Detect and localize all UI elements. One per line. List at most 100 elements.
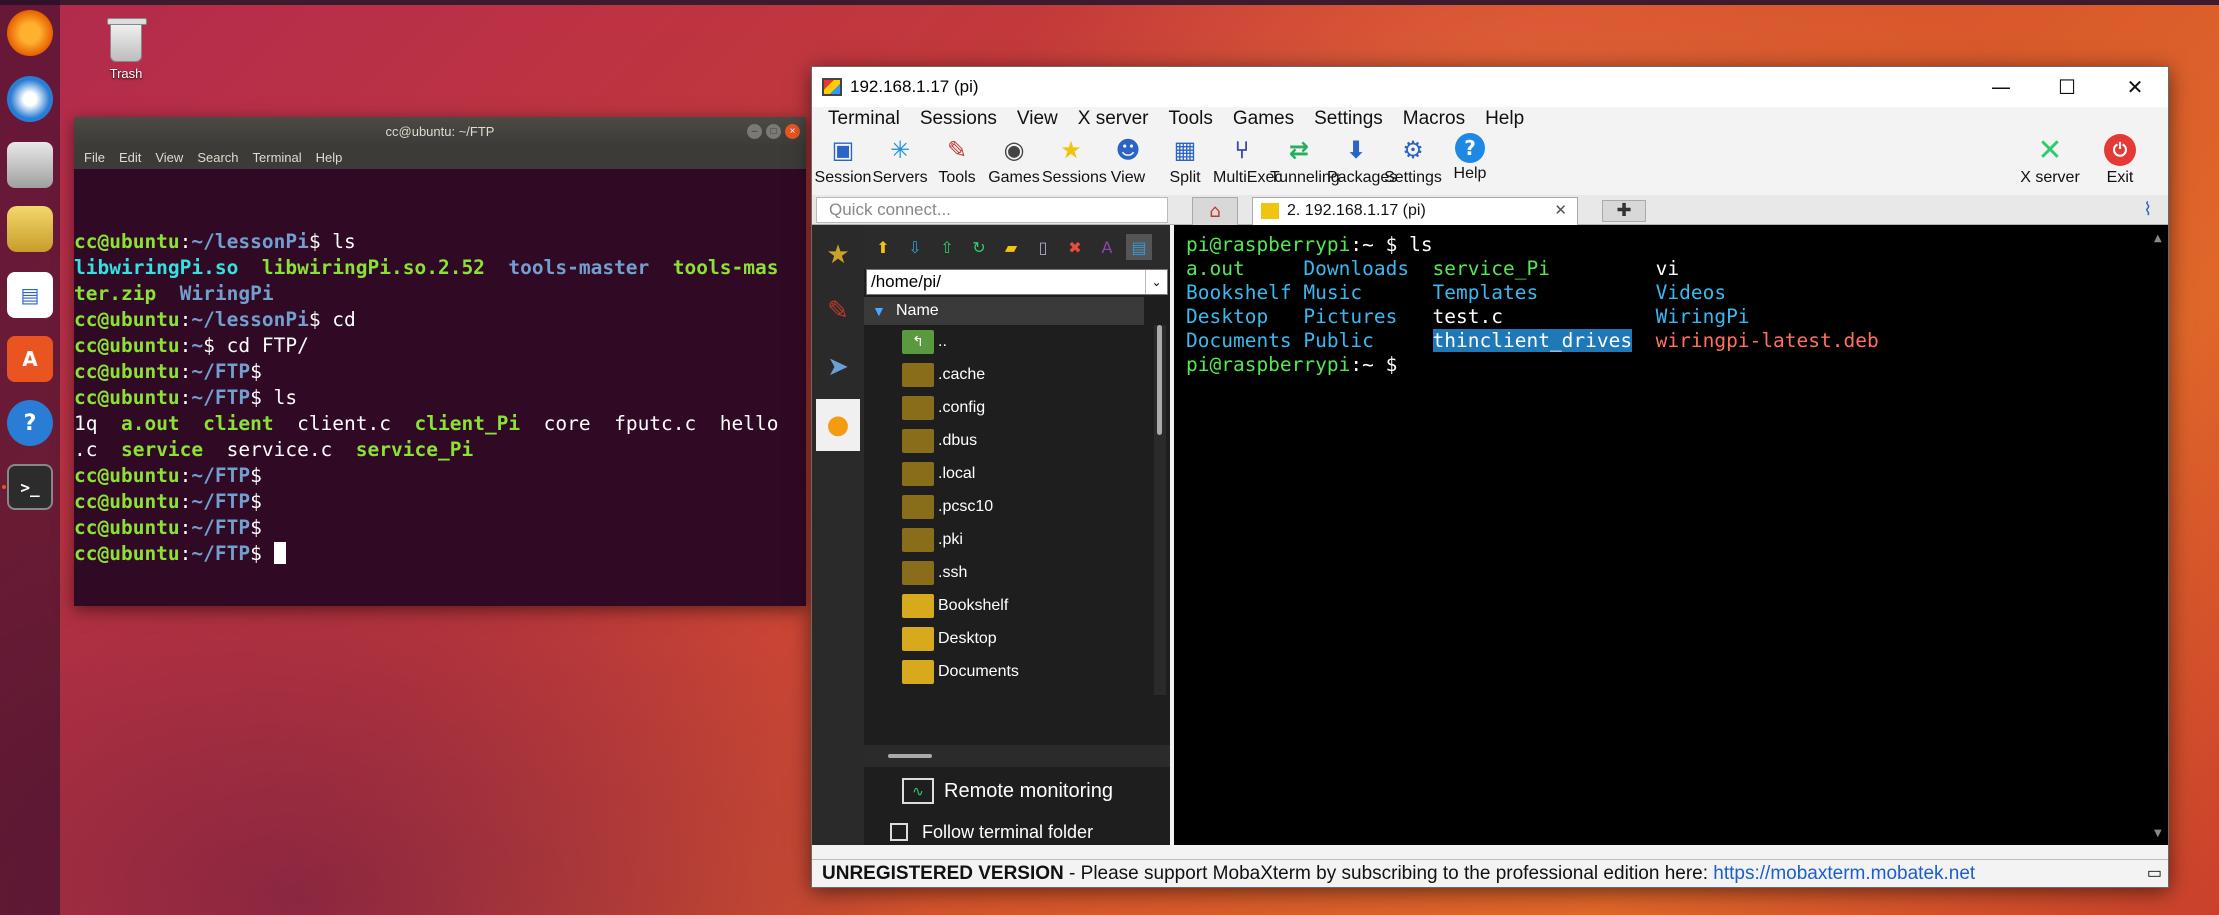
menu-item-file[interactable]: File xyxy=(78,147,111,169)
rename-icon[interactable]: A xyxy=(1094,234,1120,260)
remote-monitoring-button[interactable]: ∿ Remote monitoring xyxy=(864,771,1170,811)
toolbar-session-button[interactable]: ▣ Session xyxy=(814,133,872,187)
ssh-terminal[interactable]: pi@raspberrypi:~ $ ls a.out Downloads ser… xyxy=(1174,225,2168,845)
help-icon[interactable]: ? xyxy=(7,400,53,446)
file-list-item[interactable]: Documents xyxy=(864,655,1150,688)
path-field[interactable]: /home/pi/ ⌄ xyxy=(866,269,1168,295)
attach-icon[interactable]: ⌇ xyxy=(2143,199,2152,220)
file-list-item[interactable]: .local xyxy=(864,457,1150,490)
sessions-star-icon[interactable]: ★ xyxy=(816,229,860,281)
sftp-sidebar-icon[interactable]: ● xyxy=(816,399,860,451)
firefox-icon[interactable] xyxy=(7,10,53,56)
menu-item-view[interactable]: View xyxy=(149,147,189,169)
session-tab[interactable]: 2. 192.168.1.17 (pi) ✕ xyxy=(1252,197,1578,225)
macros-sidebar-icon[interactable]: ➤ xyxy=(816,341,860,393)
thunderbird-icon[interactable] xyxy=(7,76,53,122)
toolbar-tools-button[interactable]: ✎ Tools xyxy=(928,133,986,187)
software-center-icon[interactable]: A xyxy=(7,336,53,382)
scroll-thumb[interactable] xyxy=(1157,325,1162,435)
tools-sidebar-icon[interactable]: ✎ xyxy=(816,285,860,337)
toolbar-servers-button[interactable]: ✳ Servers xyxy=(871,133,929,187)
ssh-terminal-output[interactable]: pi@raspberrypi:~ $ ls a.out Downloads ser… xyxy=(1174,225,2168,377)
files-icon[interactable] xyxy=(7,142,53,188)
quick-connect-input[interactable]: Quick connect... xyxy=(816,197,1168,223)
writer-icon[interactable]: ▤ xyxy=(7,272,53,318)
hscroll-thumb[interactable] xyxy=(888,754,932,758)
delete-icon[interactable]: ✖ xyxy=(1062,234,1088,260)
ubuntu-terminal-output[interactable]: cc@ubuntu:~/lessonPi$ ls libwiringPi.so l… xyxy=(74,169,806,567)
close-button[interactable]: × xyxy=(785,124,800,139)
file-list-item[interactable]: .config xyxy=(864,391,1150,424)
home-tab[interactable]: ⌂ xyxy=(1192,197,1238,225)
new-file-icon[interactable]: ▯ xyxy=(1030,234,1056,260)
trash[interactable]: Trash xyxy=(100,18,152,81)
mobaxterm-window[interactable]: 192.168.1.17 (pi) — ☐ ✕ Terminal Sessions… xyxy=(811,66,2169,888)
terminal-scrollbar[interactable]: ▲ ▼ xyxy=(2150,225,2168,845)
file-list-item[interactable]: Bookshelf xyxy=(864,589,1150,622)
file-list-item[interactable]: ↰.. xyxy=(864,325,1150,358)
toolbar-help-button[interactable]: ? Help xyxy=(1441,133,1499,183)
trash-icon xyxy=(107,18,147,62)
file-list-item[interactable]: Desktop xyxy=(864,622,1150,655)
menu-item-settings[interactable]: Settings xyxy=(1304,107,1393,131)
ubuntu-terminal-titlebar[interactable]: cc@ubuntu: ~/FTP – □ × xyxy=(74,117,806,147)
menu-item-help[interactable]: Help xyxy=(310,147,349,169)
refresh-icon[interactable]: ↻ xyxy=(966,234,992,260)
follow-terminal-checkbox[interactable]: Follow terminal folder xyxy=(864,817,1170,847)
file-list-item[interactable]: .dbus xyxy=(864,424,1150,457)
parent-folder-icon[interactable]: ⬆ xyxy=(870,234,896,260)
menu-item-tools[interactable]: Tools xyxy=(1159,107,1223,131)
toolbar-sessions-button[interactable]: ★ Sessions xyxy=(1042,133,1107,187)
upload-icon[interactable]: ⇧ xyxy=(934,234,960,260)
close-tab-icon[interactable]: ✕ xyxy=(1554,198,1567,224)
menu-item-view[interactable]: View xyxy=(1007,107,1068,131)
scroll-up-icon[interactable]: ▲ xyxy=(2154,233,2162,244)
toolbar-split-button[interactable]: ▦ Split xyxy=(1156,133,1214,187)
menu-item-macros[interactable]: Macros xyxy=(1393,107,1475,131)
minimize-button[interactable]: — xyxy=(1968,67,2034,107)
menu-item-search[interactable]: Search xyxy=(191,147,244,169)
toolbar-tunneling-button[interactable]: ⇄ Tunneling xyxy=(1270,133,1340,187)
status-link[interactable]: https://mobaxterm.mobatek.net xyxy=(1713,863,1975,884)
mobaxterm-titlebar[interactable]: 192.168.1.17 (pi) — ☐ ✕ xyxy=(812,67,2168,107)
minimize-button[interactable]: – xyxy=(747,124,762,139)
maximize-button[interactable]: □ xyxy=(766,124,781,139)
scroll-down-icon[interactable]: ▼ xyxy=(2154,828,2162,839)
menu-item-terminal[interactable]: Terminal xyxy=(818,107,910,131)
checkbox-box[interactable] xyxy=(890,823,908,841)
menu-item-edit[interactable]: Edit xyxy=(113,147,147,169)
rhythmbox-icon[interactable] xyxy=(7,206,53,252)
xserver-button[interactable]: ✕ X server xyxy=(2010,133,2090,187)
terminal-text: libwiringPi.so.2.52 xyxy=(261,256,485,279)
column-header-name[interactable]: ▼ Name xyxy=(864,297,1144,325)
screen-icon[interactable]: ▭ xyxy=(2147,860,2162,888)
menu-item-help[interactable]: Help xyxy=(1475,107,1534,131)
menu-item-games[interactable]: Games xyxy=(1223,107,1304,131)
chevron-down-icon[interactable]: ⌄ xyxy=(1145,270,1167,294)
menu-item-x-server[interactable]: X server xyxy=(1068,107,1159,131)
ubuntu-terminal-window[interactable]: cc@ubuntu: ~/FTP – □ × File Edit View Searc… xyxy=(74,117,806,606)
close-button[interactable]: ✕ xyxy=(2102,67,2168,107)
toolbar-settings-button[interactable]: ⚙ Settings xyxy=(1384,133,1442,187)
file-list-item[interactable]: .pki xyxy=(864,523,1150,556)
new-tab-button[interactable]: ✚ xyxy=(1602,200,1646,222)
file-list-item[interactable]: .cache xyxy=(864,358,1150,391)
terminal-text: Public xyxy=(1303,329,1433,352)
menu-item-terminal[interactable]: Terminal xyxy=(247,147,308,169)
toolbar-packages-button[interactable]: ⬇ Packages xyxy=(1327,133,1397,187)
toolbar-games-button[interactable]: ◉ Games xyxy=(985,133,1043,187)
file-list-item[interactable]: .ssh xyxy=(864,556,1150,589)
file-list-item[interactable]: .pcsc10 xyxy=(864,490,1150,523)
toolbar-multiexec-button[interactable]: ⑂ MultiExec xyxy=(1213,133,1282,187)
column-header-label: Name xyxy=(896,302,939,319)
download-icon[interactable]: ⇩ xyxy=(902,234,928,260)
exit-button[interactable]: ⏻ Exit xyxy=(2080,133,2160,187)
toolbar-view-button[interactable]: ☻ View xyxy=(1099,133,1157,187)
file-list-scrollbar[interactable] xyxy=(1154,325,1166,695)
maximize-button[interactable]: ☐ xyxy=(2034,67,2100,107)
toggle-view-icon[interactable]: ▤ xyxy=(1126,234,1152,260)
new-folder-icon[interactable]: ▰ xyxy=(998,234,1024,260)
menu-item-sessions[interactable]: Sessions xyxy=(910,107,1007,131)
file-list-hscrollbar[interactable] xyxy=(864,745,1170,767)
terminal-icon[interactable]: >_ xyxy=(7,464,53,510)
